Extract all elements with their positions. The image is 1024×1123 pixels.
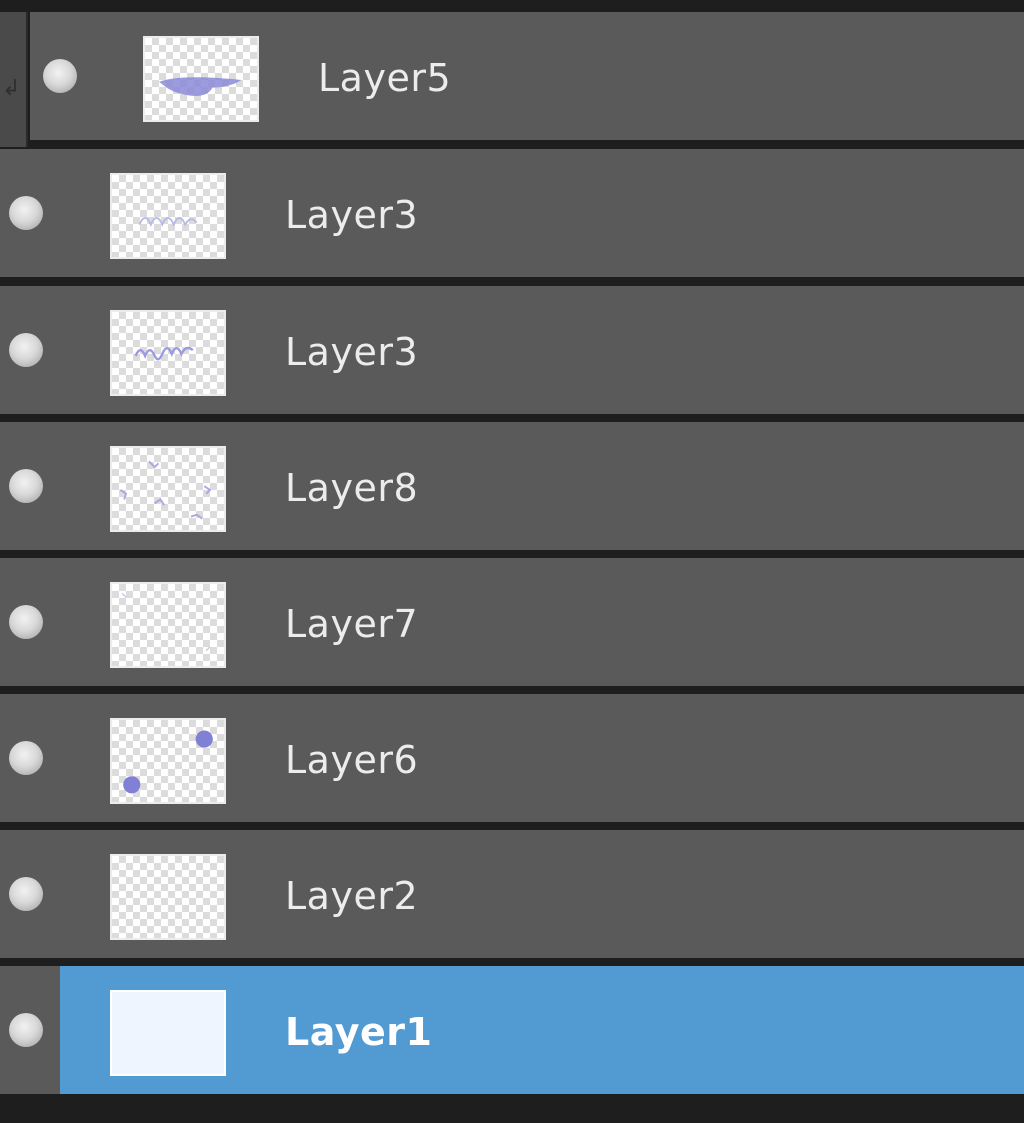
layer-row[interactable]: Layer8: [0, 422, 1024, 550]
layer-thumbnail: [143, 36, 259, 122]
visibility-eye-icon[interactable]: [9, 605, 43, 639]
layer-row-selected[interactable]: Layer1: [0, 966, 1024, 1094]
layer-thumbnail: [110, 990, 226, 1076]
visibility-eye-icon[interactable]: [9, 1013, 43, 1047]
scattered-marks-thumbnail: [119, 460, 212, 520]
layer-thumbnail: [110, 718, 226, 804]
layer-name: Layer1: [285, 1010, 433, 1054]
clip-arrow-icon: ↲: [2, 76, 21, 101]
layer-name: Layer3: [285, 330, 419, 374]
layer-name: Layer2: [285, 874, 419, 918]
two-dots-thumbnail: [123, 730, 213, 794]
layer-thumbnail: [110, 446, 226, 532]
layer-name: Layer8: [285, 466, 419, 510]
layer-row[interactable]: Layer6: [0, 694, 1024, 822]
faint-scribble-thumbnail: [138, 216, 198, 227]
layer-row[interactable]: Layer7: [0, 558, 1024, 686]
layer-name: Layer3: [285, 193, 419, 237]
layer-name: Layer5: [318, 56, 452, 100]
visibility-eye-icon[interactable]: [43, 59, 77, 93]
scribble-thumbnail: [134, 346, 194, 361]
faint-marks-thumbnail: [121, 593, 211, 652]
layer-name: Layer6: [285, 738, 419, 782]
visibility-eye-icon[interactable]: [9, 196, 43, 230]
layer-thumbnail: [110, 173, 226, 259]
layer-row[interactable]: Layer3: [0, 286, 1024, 414]
clipping-indicator: ↲: [0, 12, 28, 147]
layer-name: Layer7: [285, 602, 419, 646]
layer-row[interactable]: Layer3: [0, 149, 1024, 277]
layer-thumbnail: [110, 854, 226, 940]
visibility-eye-icon[interactable]: [9, 741, 43, 775]
layer-row[interactable]: Layer5: [30, 12, 1024, 140]
visibility-eye-icon[interactable]: [9, 877, 43, 911]
visibility-eye-icon[interactable]: [9, 469, 43, 503]
layer-thumbnail: [110, 582, 226, 668]
layer-row[interactable]: Layer2: [0, 830, 1024, 958]
layer-thumbnail: [110, 310, 226, 396]
ink-stroke-thumbnail: [159, 77, 242, 96]
visibility-eye-icon[interactable]: [9, 333, 43, 367]
layers-panel: ↲ Layer5 Layer3 Layer3 Layer8 Layer7 Lay…: [0, 0, 1024, 1123]
